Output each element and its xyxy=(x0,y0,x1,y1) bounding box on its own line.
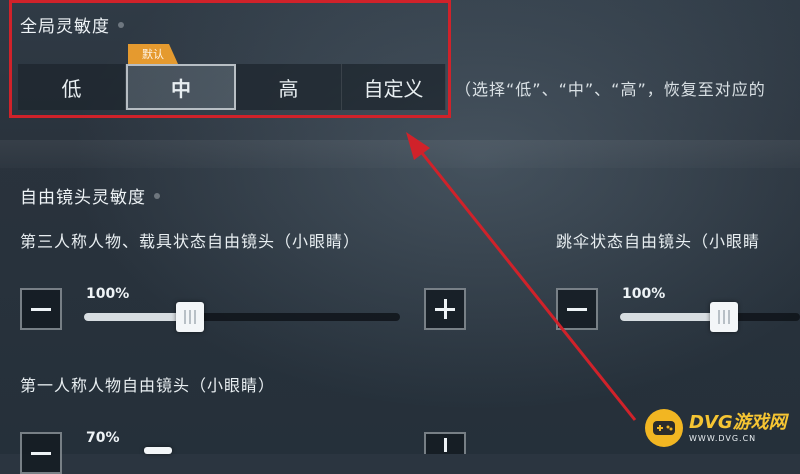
arrow-head xyxy=(406,132,430,160)
arrow-line xyxy=(416,147,637,421)
watermark-url: WWW.DVG.CN xyxy=(689,433,757,443)
watermark-logo: DVG游戏网 WWW.DVG.CN xyxy=(645,407,795,449)
annotation-arrow xyxy=(406,132,637,421)
watermark-brand: DVG游戏网 xyxy=(689,411,787,433)
gamepad-icon xyxy=(645,409,683,447)
